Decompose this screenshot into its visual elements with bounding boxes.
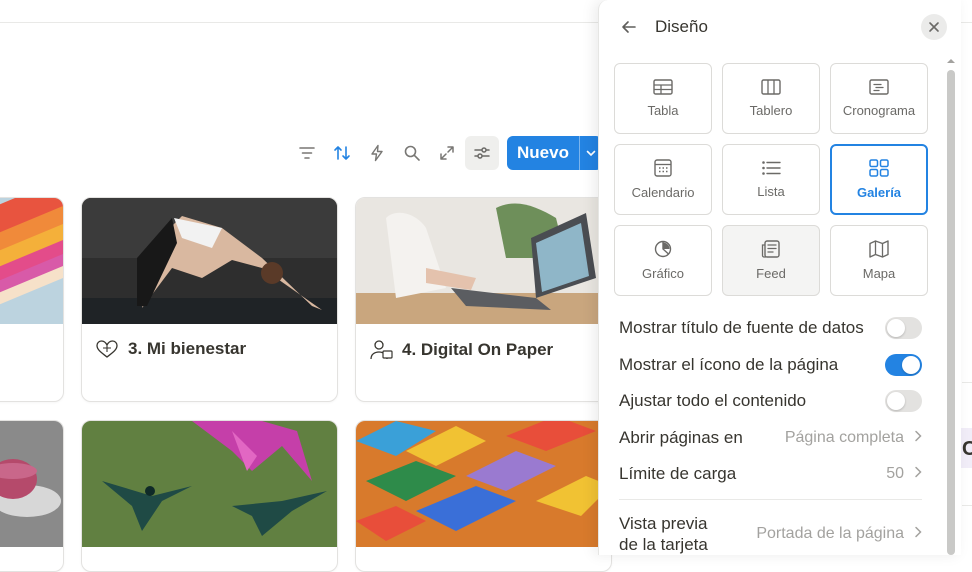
setting-value: Página completa xyxy=(785,429,922,447)
chevron-right-icon xyxy=(914,465,922,483)
gallery-icon xyxy=(869,159,889,177)
setting-open-pages[interactable]: Abrir páginas en Página completa xyxy=(619,420,922,457)
calendar-icon xyxy=(654,159,672,177)
open-pages-value: Página completa xyxy=(784,428,904,446)
layout-option-gallery[interactable]: Galería xyxy=(830,144,928,215)
setting-label: Mostrar título de fuente de datos xyxy=(619,318,864,338)
card-title-row: 4. Digital On Paper xyxy=(368,338,553,362)
setting-label: Mostrar el ícono de la página xyxy=(619,354,839,374)
layout-options-grid: Tabla Tablero Cronograma Calendario List… xyxy=(614,63,928,296)
wellbeing-icon xyxy=(96,340,118,358)
database-toolbar: Nuevo xyxy=(290,134,602,172)
board-icon xyxy=(761,79,781,95)
panel-scrollbar[interactable] xyxy=(945,56,957,555)
layout-option-label: Calendario xyxy=(631,185,695,200)
card-cover-image xyxy=(82,421,337,547)
settings-divider xyxy=(619,499,922,500)
map-icon xyxy=(869,240,889,258)
toggle-show-source-title[interactable] xyxy=(885,317,922,340)
setting-label: Vista previa de la tarjeta xyxy=(619,513,708,555)
gallery-card[interactable]: 3. Mi bienestar xyxy=(81,197,338,402)
card-cover-image xyxy=(82,198,337,324)
layout-panel: Diseño Tabla Tablero Cronograma Calendar… xyxy=(598,0,961,555)
setting-label: Límite de carga xyxy=(619,464,737,484)
layout-settings: Mostrar título de fuente de datos Mostra… xyxy=(619,310,922,493)
background-divider xyxy=(962,382,972,383)
layout-option-label: Feed xyxy=(756,266,786,281)
card-cover-image xyxy=(356,421,611,547)
scrollbar-thumb[interactable] xyxy=(947,70,955,555)
layout-option-list[interactable]: Lista xyxy=(722,144,820,215)
panel-title: Diseño xyxy=(655,17,708,36)
gallery-card[interactable] xyxy=(81,420,338,572)
background-letter: C xyxy=(962,438,972,460)
layout-option-label: Tabla xyxy=(647,103,679,118)
layout-option-label: Gráfico xyxy=(642,266,684,281)
background-divider xyxy=(962,505,972,506)
setting-show-page-icon[interactable]: Mostrar el ícono de la página xyxy=(619,347,922,384)
card-cover-image xyxy=(0,421,63,547)
settings-sliders-icon[interactable] xyxy=(465,136,499,170)
setting-value: Portada de la página xyxy=(756,525,922,543)
setting-label: Abrir páginas en xyxy=(619,427,743,447)
setting-label: Ajustar todo el contenido xyxy=(619,391,807,411)
chevron-right-icon xyxy=(914,525,922,543)
gallery-card[interactable] xyxy=(0,420,64,572)
search-icon[interactable] xyxy=(395,136,429,170)
gallery-card[interactable] xyxy=(355,420,612,572)
layout-option-timeline[interactable]: Cronograma xyxy=(830,63,928,134)
layout-option-label: Tablero xyxy=(749,103,793,118)
card-title: 3. Mi bienestar xyxy=(128,339,247,358)
list-icon xyxy=(762,161,781,175)
card-preview-label-line1: Vista previa xyxy=(619,514,708,533)
back-arrow-icon[interactable] xyxy=(617,15,641,39)
layout-option-board[interactable]: Tablero xyxy=(722,63,820,134)
setting-show-source-title[interactable]: Mostrar título de fuente de datos xyxy=(619,310,922,347)
toggle-knob xyxy=(887,319,905,338)
toggle-wrap-content[interactable] xyxy=(885,390,922,413)
setting-card-preview[interactable]: Vista previa de la tarjeta Portada de la… xyxy=(619,513,922,555)
close-icon[interactable] xyxy=(921,14,947,40)
setting-value: 50 xyxy=(886,465,922,483)
setting-wrap-content[interactable]: Ajustar todo el contenido xyxy=(619,383,922,420)
toggle-knob xyxy=(902,355,920,374)
scroll-up-arrow-icon[interactable] xyxy=(945,56,957,66)
card-preview-value: Portada de la página xyxy=(756,525,904,542)
table-icon xyxy=(653,79,673,95)
gallery-card[interactable] xyxy=(0,197,64,402)
toggle-show-page-icon[interactable] xyxy=(885,353,922,376)
new-button[interactable]: Nuevo xyxy=(507,136,602,170)
toggle-knob xyxy=(887,392,905,411)
layout-option-label: Galería xyxy=(856,185,902,200)
layout-option-map[interactable]: Mapa xyxy=(830,225,928,296)
lightning-icon[interactable] xyxy=(360,136,394,170)
chart-icon xyxy=(654,240,672,258)
layout-option-label: Cronograma xyxy=(842,103,916,118)
card-cover-image xyxy=(0,198,63,324)
layout-option-label: Lista xyxy=(757,184,785,199)
sort-icon[interactable] xyxy=(325,136,359,170)
layout-option-calendar[interactable]: Calendario xyxy=(614,144,712,215)
card-preview-label-line2: de la tarjeta xyxy=(619,535,708,554)
digital-person-icon xyxy=(370,340,393,360)
load-limit-value: 50 xyxy=(886,465,904,483)
new-button-label: Nuevo xyxy=(517,143,569,162)
layout-option-feed[interactable]: Feed xyxy=(722,225,820,296)
chevron-right-icon xyxy=(914,429,922,447)
layout-option-label: Mapa xyxy=(862,266,896,281)
card-cover-image xyxy=(356,198,611,324)
layout-option-chart[interactable]: Gráfico xyxy=(614,225,712,296)
gallery-card[interactable]: 4. Digital On Paper xyxy=(355,197,612,402)
layout-option-table[interactable]: Tabla xyxy=(614,63,712,134)
card-title-row: 3. Mi bienestar xyxy=(94,338,246,360)
filter-icon[interactable] xyxy=(290,136,324,170)
panel-header: Diseño xyxy=(617,10,947,44)
card-title: 4. Digital On Paper xyxy=(402,340,554,359)
feed-icon xyxy=(761,240,780,258)
timeline-icon xyxy=(869,79,889,95)
expand-icon[interactable] xyxy=(430,136,464,170)
setting-load-limit[interactable]: Límite de carga 50 xyxy=(619,456,922,493)
